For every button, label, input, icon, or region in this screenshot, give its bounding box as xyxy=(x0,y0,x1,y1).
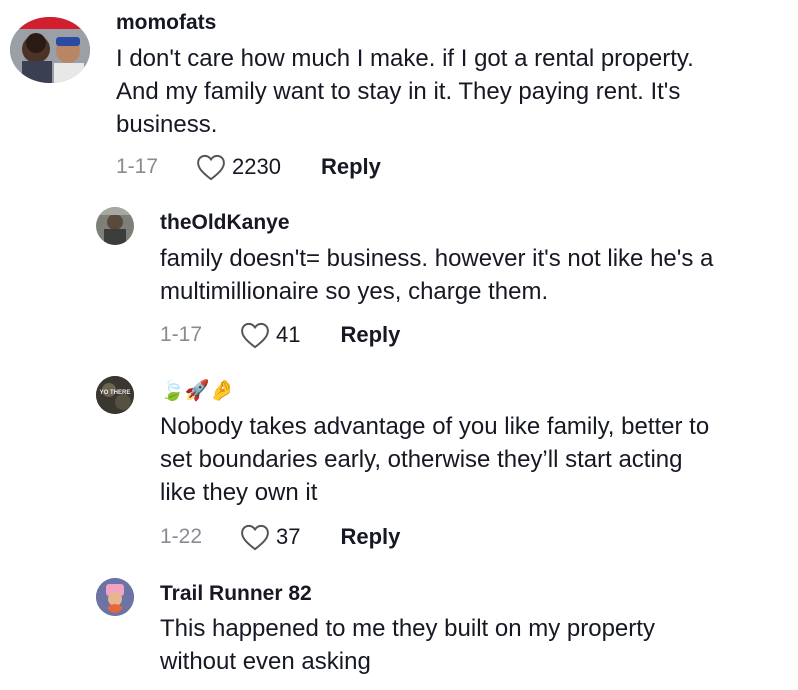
username[interactable]: Trail Runner 82 xyxy=(160,582,312,606)
comment-date: 1-22 xyxy=(160,525,203,548)
comment-date: 1-17 xyxy=(160,323,203,346)
comment-actions: 1-22 37 Reply xyxy=(160,522,400,552)
avatar[interactable] xyxy=(10,17,90,83)
heart-icon xyxy=(241,524,269,550)
heart-icon xyxy=(241,322,269,348)
like-count: 37 xyxy=(276,524,301,549)
comment-text: I don't care how much I make. if I got a… xyxy=(116,45,694,138)
reply-button[interactable]: Reply xyxy=(340,524,400,550)
comment-text: family doesn't= business. however it's n… xyxy=(160,245,714,305)
heart-icon xyxy=(197,154,225,180)
comment-actions: 1-17 2230 Reply xyxy=(116,152,381,182)
avatar[interactable]: YO THERE xyxy=(96,376,134,414)
reply-button[interactable]: Reply xyxy=(321,154,381,180)
avatar-image xyxy=(10,17,90,83)
comment-date: 1-17 xyxy=(116,155,159,178)
like-button[interactable]: 41 xyxy=(240,322,300,349)
avatar-image xyxy=(96,578,134,616)
avatar[interactable] xyxy=(96,207,134,245)
like-button[interactable]: 37 xyxy=(240,524,300,551)
username[interactable]: momofats xyxy=(116,11,216,35)
reply-button[interactable]: Reply xyxy=(340,322,400,348)
comment-text: Nobody takes advantage of you like famil… xyxy=(160,413,710,506)
username[interactable]: theOldKanye xyxy=(160,211,290,235)
comment-text: This happened to me they built on my pro… xyxy=(160,615,655,675)
like-count: 2230 xyxy=(232,154,281,179)
avatar[interactable] xyxy=(96,578,134,616)
username[interactable]: 🍃🚀🤌 xyxy=(160,378,235,402)
avatar-caption: YO THERE xyxy=(99,390,131,396)
like-count: 41 xyxy=(276,322,301,347)
comment-actions: 1-17 41 Reply xyxy=(160,320,400,350)
like-button[interactable]: 2230 xyxy=(196,154,281,181)
avatar-image xyxy=(96,207,134,245)
